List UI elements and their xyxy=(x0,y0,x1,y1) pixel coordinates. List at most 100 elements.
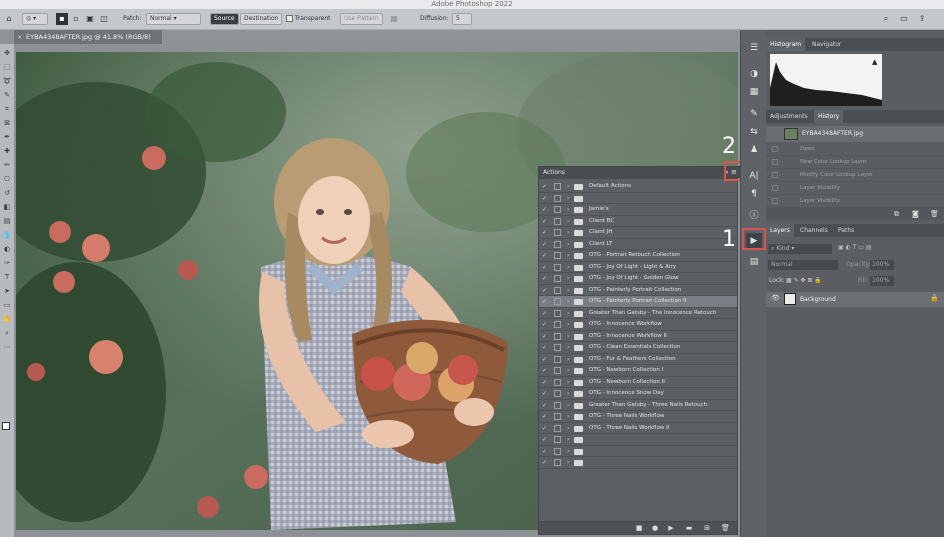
diffusion-field[interactable]: 5 xyxy=(452,13,472,25)
action-set-row[interactable]: ✓ › OTG - Innocence Workflow xyxy=(539,319,737,331)
action-set-row[interactable]: ✓ › OTG - Innocence Workflow II xyxy=(539,331,737,342)
transparent-checkbox[interactable] xyxy=(286,15,293,22)
lock-icons[interactable]: ▦ ✎ ✥ ⊠ 🔒 xyxy=(786,277,822,284)
action-set-row[interactable]: ✓ › Greater Than Gatsby - Three Nails Reto… xyxy=(539,400,737,411)
toggle-checkmark-icon[interactable]: ✓ xyxy=(542,273,547,284)
destination-button[interactable]: Destination xyxy=(240,13,283,25)
patch-mode-select[interactable]: Normal ▾ xyxy=(146,13,201,25)
hand-tool-icon[interactable]: ✋ xyxy=(2,314,12,324)
dialog-toggle-box[interactable] xyxy=(554,459,561,466)
tool-preset-picker[interactable]: ◎ ▾ xyxy=(22,13,48,25)
toggle-checkmark-icon[interactable]: ✓ xyxy=(542,342,547,353)
blend-mode-select[interactable]: Normal xyxy=(768,260,838,270)
dialog-toggle-box[interactable] xyxy=(554,321,561,328)
tab-layers[interactable]: Layers xyxy=(766,224,794,237)
toggle-checkmark-icon[interactable]: ✓ xyxy=(542,227,547,238)
eraser-tool-icon[interactable]: ◧ xyxy=(2,202,12,212)
history-snapshot[interactable]: EYBA4348AFTER.jpg xyxy=(766,126,944,142)
toggle-checkmark-icon[interactable]: ✓ xyxy=(542,365,547,376)
expand-arrow-icon[interactable]: › xyxy=(567,285,569,296)
dialog-toggle-box[interactable] xyxy=(554,436,561,443)
subtract-selection-icon[interactable]: ▣ xyxy=(84,13,96,25)
action-set-row[interactable]: ✓ › Default Actions xyxy=(539,181,737,193)
action-set-row[interactable]: ✓ › Client BC xyxy=(539,216,737,227)
toggle-checkmark-icon[interactable]: ✓ xyxy=(542,239,547,250)
expand-arrow-icon[interactable]: › xyxy=(567,400,569,411)
dialog-toggle-box[interactable] xyxy=(554,355,561,363)
toggle-checkmark-icon[interactable]: ✓ xyxy=(542,446,547,457)
brush-settings-icon[interactable]: ⇆ xyxy=(746,124,762,140)
history-state-row[interactable]: Modify Color Lookup Layer xyxy=(766,169,944,182)
action-set-row[interactable]: ✓ › OTG - Painterly Portrait Collection II xyxy=(539,296,737,308)
expand-arrow-icon[interactable]: › xyxy=(567,216,569,227)
eyedropper-tool-icon[interactable]: ✒ xyxy=(2,132,12,142)
dialog-toggle-box[interactable] xyxy=(554,252,561,259)
action-set-row[interactable]: ✓ › OTG - Joy Of Light - Golden Glow xyxy=(539,273,737,285)
toggle-checkmark-icon[interactable]: ✓ xyxy=(542,388,547,399)
histogram-warning-icon[interactable]: ▲ xyxy=(872,58,877,66)
expand-arrow-icon[interactable]: › xyxy=(567,204,569,215)
marquee-tool-icon[interactable]: ⬚ xyxy=(2,62,12,72)
search-icon[interactable]: ⌕ xyxy=(880,13,892,25)
fill-field[interactable]: 100% xyxy=(870,276,894,286)
history-brush-source-box[interactable] xyxy=(772,146,778,152)
record-icon[interactable]: ● xyxy=(651,524,659,532)
toggle-checkmark-icon[interactable]: ✓ xyxy=(542,434,547,445)
clone-source-icon[interactable]: ♟ xyxy=(746,142,762,158)
actions-panel-header[interactable]: Actions » xyxy=(539,167,737,179)
dialog-toggle-box[interactable] xyxy=(554,447,561,455)
lasso-tool-icon[interactable]: ➰ xyxy=(2,76,12,86)
layer-filter-kind[interactable]: ⌕ Kind ▾ xyxy=(768,244,832,254)
action-set-row[interactable]: ✓ › Jamie's xyxy=(539,204,737,216)
action-set-row[interactable]: ✓ › OTG - Innocence Snow Day xyxy=(539,388,737,400)
dialog-toggle-box[interactable] xyxy=(554,275,561,282)
toggle-checkmark-icon[interactable]: ✓ xyxy=(542,411,547,422)
action-set-row[interactable]: ✓ › OTG - Painterly Portrait Collection xyxy=(539,285,737,296)
tab-histogram[interactable]: Histogram xyxy=(766,38,806,51)
type-tool-icon[interactable]: T xyxy=(2,272,12,282)
expand-arrow-icon[interactable]: › xyxy=(567,262,569,273)
dialog-toggle-box[interactable] xyxy=(554,332,561,340)
history-brush-source-box[interactable] xyxy=(772,185,778,191)
dialog-toggle-box[interactable] xyxy=(554,424,561,432)
color-icon[interactable]: ◑ xyxy=(746,66,762,82)
action-set-row[interactable]: ✓ › OTG - Three Nails Workflow xyxy=(539,411,737,423)
dialog-toggle-box[interactable] xyxy=(554,206,561,213)
toggle-checkmark-icon[interactable]: ✓ xyxy=(542,193,547,204)
dialog-toggle-box[interactable] xyxy=(554,413,561,420)
toggle-checkmark-icon[interactable]: ✓ xyxy=(542,400,547,411)
history-state-row[interactable]: New Color Lookup Layer xyxy=(766,156,944,169)
foreground-color-swatch[interactable] xyxy=(2,422,10,430)
expand-arrow-icon[interactable]: › xyxy=(567,331,569,342)
expand-arrow-icon[interactable]: › xyxy=(567,308,569,319)
expand-arrow-icon[interactable]: › xyxy=(567,250,569,261)
history-state-row[interactable]: Layer Visibility xyxy=(766,195,944,208)
toggle-checkmark-icon[interactable]: ✓ xyxy=(542,181,547,192)
move-tool-icon[interactable]: ✥ xyxy=(2,48,12,58)
character-icon[interactable]: A| xyxy=(746,168,762,184)
dialog-toggle-box[interactable] xyxy=(554,298,561,305)
history-brush-tool-icon[interactable]: ↺ xyxy=(2,188,12,198)
delete-icon[interactable]: 🗑 xyxy=(721,524,730,532)
dialog-toggle-box[interactable] xyxy=(554,401,561,409)
play-selection-icon[interactable]: ▶ xyxy=(667,524,675,532)
tab-channels[interactable]: Channels xyxy=(796,224,832,237)
history-brush-source-box[interactable] xyxy=(772,159,778,165)
toggle-checkmark-icon[interactable]: ✓ xyxy=(542,204,547,215)
action-set-row[interactable]: ✓ › OTG - Clean Essentials Collection xyxy=(539,342,737,354)
history-state-row[interactable]: Layer Visibility xyxy=(766,182,944,195)
document-tab[interactable]: × EYBA4348AFTER.jpg @ 41.8% (RGB/8) xyxy=(14,30,162,44)
new-set-icon[interactable]: ▬ xyxy=(685,524,693,532)
toggle-checkmark-icon[interactable]: ✓ xyxy=(542,331,547,342)
action-set-row[interactable]: ✓ › Client JH xyxy=(539,227,737,239)
action-set-row[interactable]: ✓ › Greater Than Gatsby - The Innocence Re… xyxy=(539,308,737,319)
tab-paths[interactable]: Paths xyxy=(834,224,858,237)
source-button[interactable]: Source xyxy=(210,13,239,25)
intersect-selection-icon[interactable]: ◫ xyxy=(98,13,110,25)
home-icon[interactable]: ⌂ xyxy=(3,13,15,25)
toggle-checkmark-icon[interactable]: ✓ xyxy=(542,354,547,365)
paragraph-icon[interactable]: ¶ xyxy=(746,186,762,202)
action-set-row[interactable]: ✓ › OTG - Newborn Collection II xyxy=(539,377,737,388)
history-state-row[interactable]: Open xyxy=(766,143,944,156)
dialog-toggle-box[interactable] xyxy=(554,344,561,351)
